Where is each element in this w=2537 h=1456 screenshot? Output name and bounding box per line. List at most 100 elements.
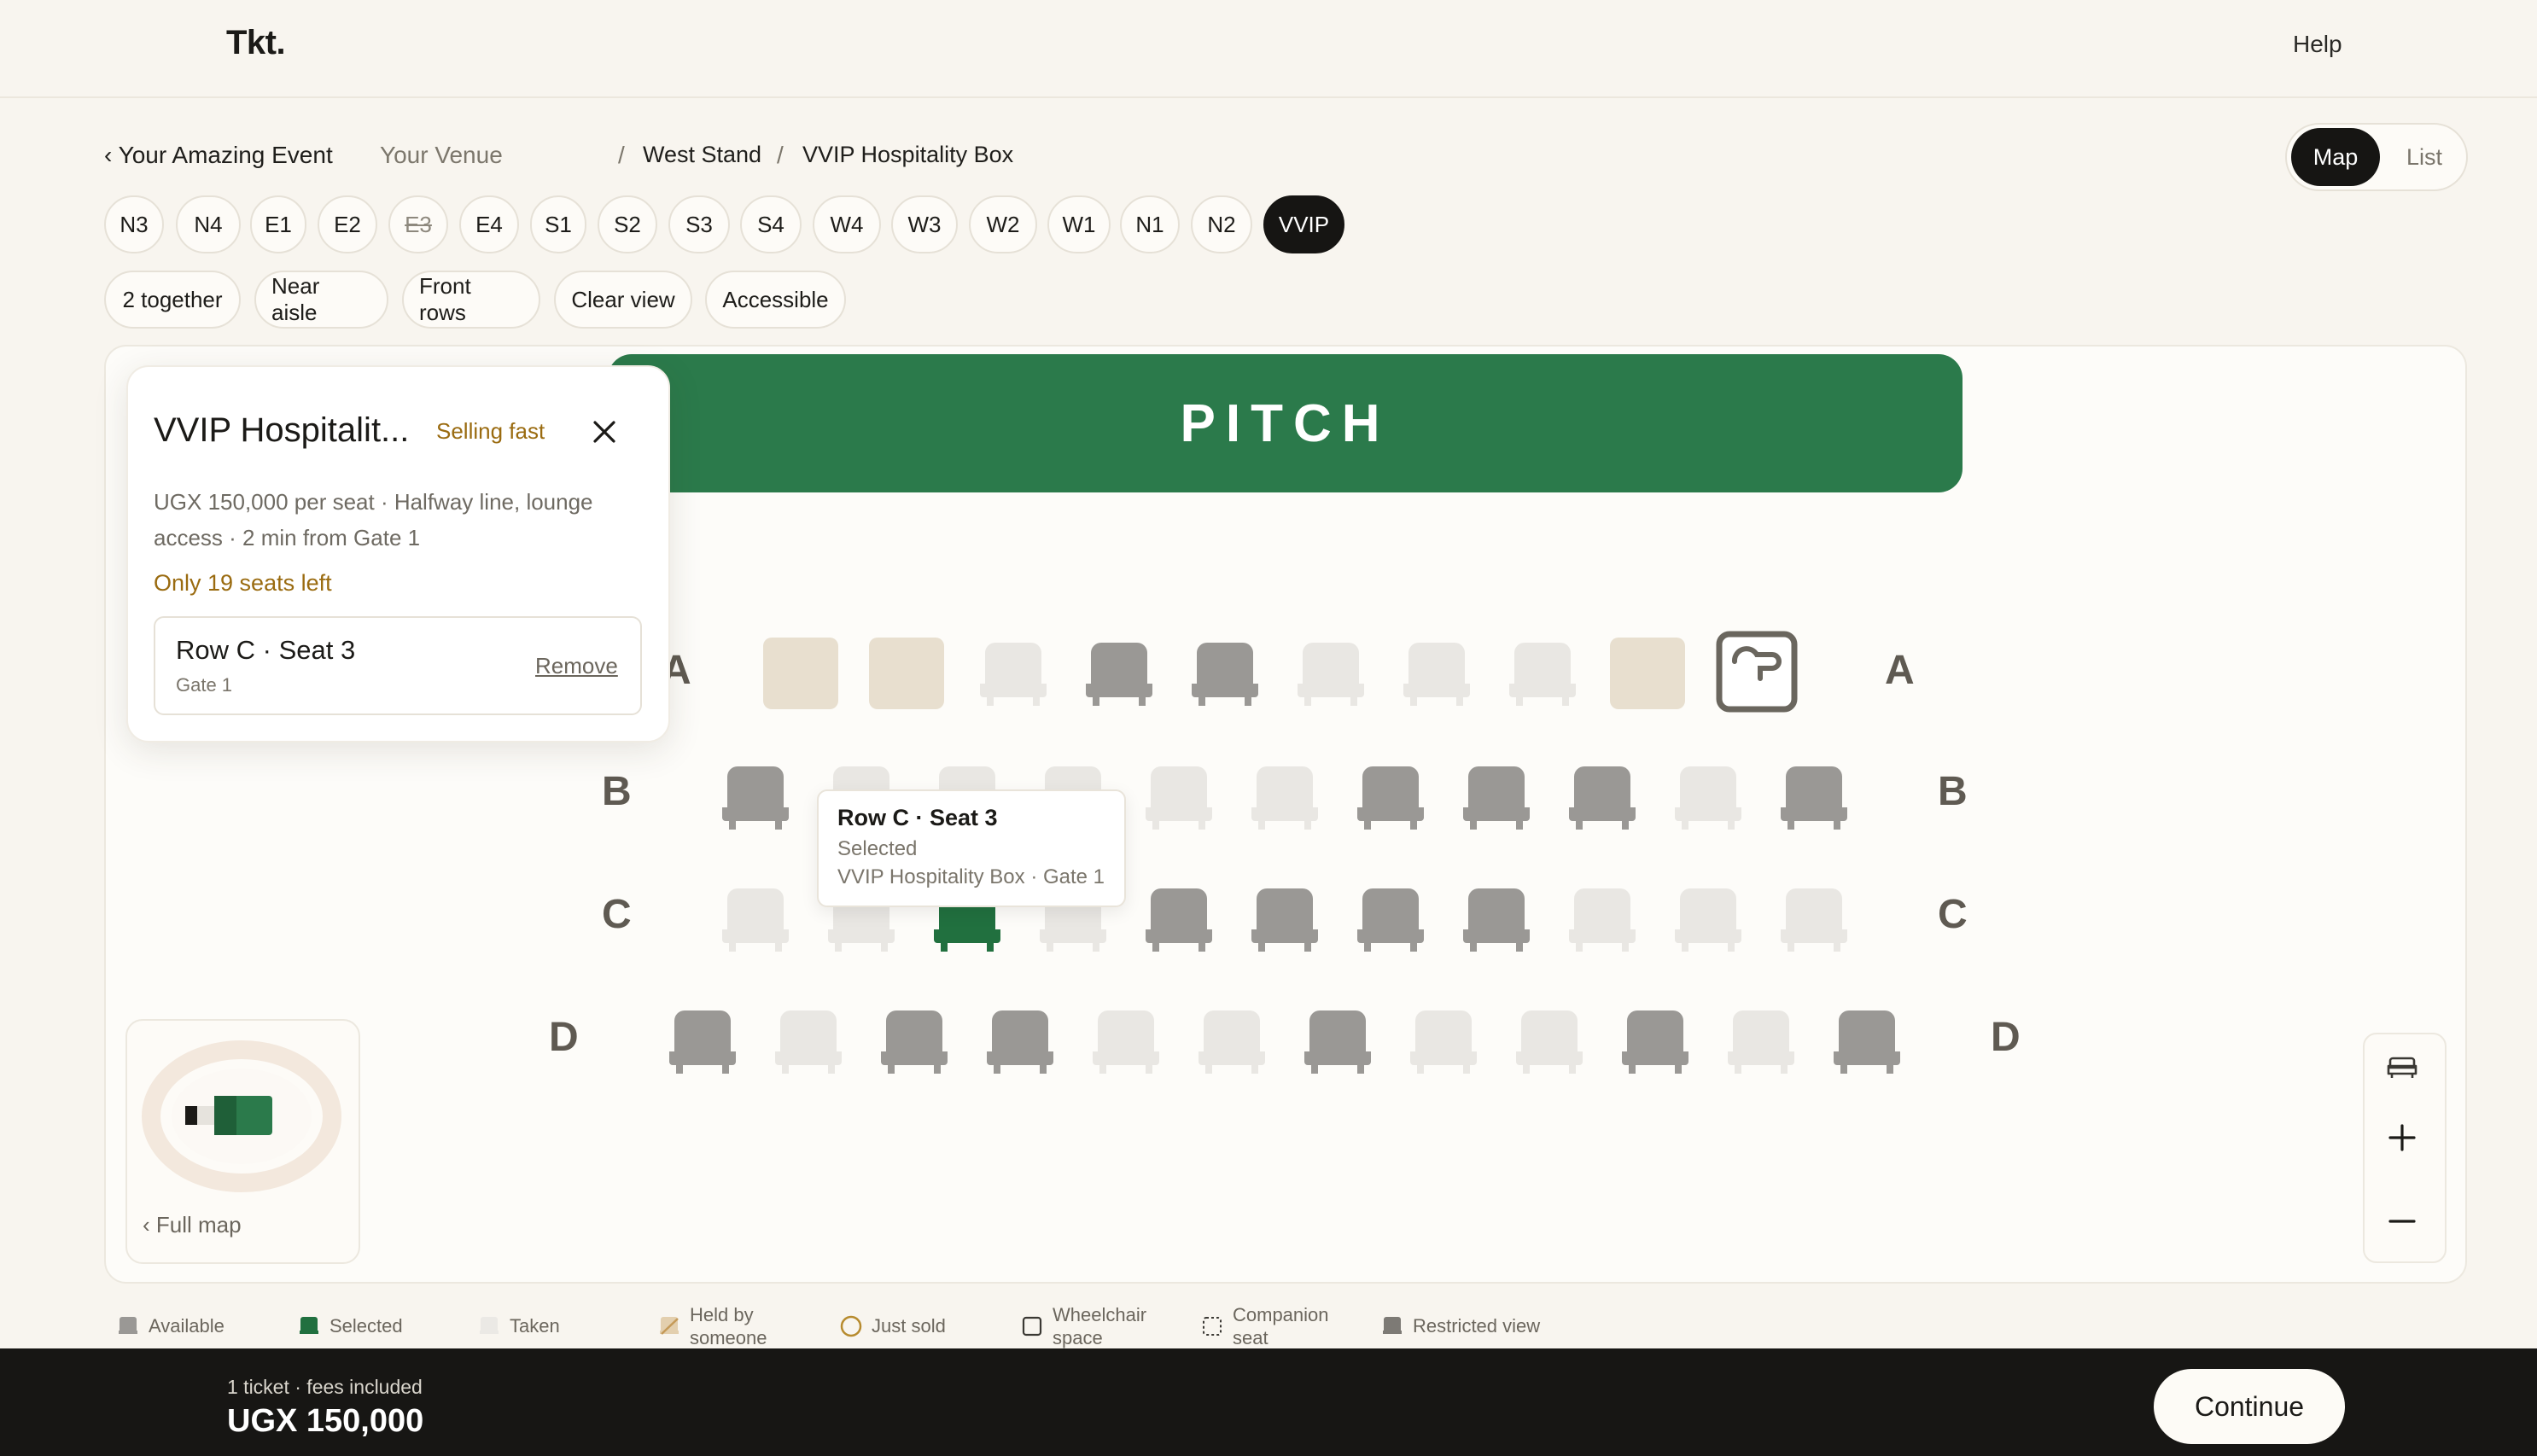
- section-pill-s3[interactable]: S3: [668, 195, 730, 253]
- seat-d-6-taken: [1193, 1004, 1270, 1083]
- seat-d-1-available[interactable]: [664, 1004, 741, 1083]
- seat-d-11-taken: [1723, 1004, 1799, 1083]
- selected-legend-icon: [299, 1315, 319, 1342]
- seat-a-1-held: [763, 636, 838, 709]
- seat-d-8-taken: [1405, 1004, 1482, 1083]
- seat-c-9-taken: [1564, 882, 1641, 961]
- seat-view-icon[interactable]: [2385, 1053, 2419, 1086]
- seat-a-4-available[interactable]: [1081, 636, 1158, 715]
- seat-d-5-taken: [1088, 1004, 1164, 1083]
- seat-c-7-available[interactable]: [1352, 882, 1429, 961]
- seat-b-11-available[interactable]: [1776, 760, 1852, 839]
- seat-c-11-taken: [1776, 882, 1852, 961]
- total-price: UGX 150,000: [227, 1403, 424, 1439]
- row-label-b: B: [1938, 769, 1968, 814]
- seat-b-5-taken: [1140, 760, 1217, 839]
- seat-a-10-wheelchair[interactable]: [1716, 631, 1798, 717]
- row-label-d: D: [1991, 1015, 2021, 1060]
- close-icon[interactable]: [589, 416, 620, 447]
- filter-front-rows[interactable]: Front rows: [402, 271, 540, 329]
- seat-a-5-available[interactable]: [1187, 636, 1263, 715]
- section-pill-e4[interactable]: E4: [459, 195, 519, 253]
- row-label-b: B: [602, 769, 632, 814]
- tooltip-title: Row C · Seat 3: [837, 805, 998, 830]
- seat-d-3-available[interactable]: [876, 1004, 953, 1083]
- taken-legend-icon: [479, 1315, 499, 1342]
- filter-near-aisle[interactable]: Near aisle: [254, 271, 388, 329]
- section-pill-vvip[interactable]: VVIP: [1263, 195, 1344, 253]
- section-pill-e3: E3: [388, 195, 448, 253]
- seat-a-7-taken: [1398, 636, 1475, 715]
- section-description: UGX 150,000 per seat · Halfway line, lou…: [154, 489, 593, 550]
- legend-held-line-2: someone: [690, 1327, 767, 1348]
- breadcrumb-venue[interactable]: Your Venue: [380, 142, 503, 169]
- brand-logo[interactable]: Tkt.: [226, 24, 286, 62]
- list-view-button[interactable]: List: [2390, 128, 2458, 186]
- legend-selected: Selected: [330, 1315, 403, 1337]
- seat-d-12-available[interactable]: [1828, 1004, 1905, 1083]
- zoom-in-icon[interactable]: [2388, 1123, 2417, 1156]
- seats-left-notice: Only 19 seats left: [154, 570, 332, 596]
- seat-d-4-available[interactable]: [982, 1004, 1059, 1083]
- selected-seat-title: Row C · Seat 3: [176, 635, 356, 665]
- filter-accessible[interactable]: Accessible: [705, 271, 846, 329]
- selling-fast-badge: Selling fast: [436, 418, 545, 444]
- seat-d-7-available[interactable]: [1299, 1004, 1376, 1083]
- section-pill-w1[interactable]: W1: [1047, 195, 1111, 253]
- seat-b-1-available[interactable]: [717, 760, 794, 839]
- legend-just-sold: Just sold: [872, 1315, 946, 1337]
- tooltip-detail: VVIP Hospitality Box · Gate 1: [837, 865, 1105, 888]
- seat-c-1-taken: [717, 882, 794, 961]
- section-pill-w3[interactable]: W3: [891, 195, 958, 253]
- section-pill-e2[interactable]: E2: [318, 195, 377, 253]
- seat-a-6-taken: [1292, 636, 1369, 715]
- section-pill-s1[interactable]: S1: [530, 195, 586, 253]
- section-title: VVIP Hospitalit...: [154, 411, 410, 449]
- seat-b-8-available[interactable]: [1458, 760, 1535, 839]
- seat-b-6-taken: [1246, 760, 1323, 839]
- section-pill-w2[interactable]: W2: [969, 195, 1037, 253]
- section-pill-e1[interactable]: E1: [250, 195, 306, 253]
- continue-button[interactable]: Continue: [2154, 1369, 2345, 1444]
- legend-held-line-1: Held by: [690, 1304, 754, 1325]
- seat-c-6-available[interactable]: [1246, 882, 1323, 961]
- legend-restricted: Restricted view: [1413, 1315, 1541, 1337]
- remove-seat-button[interactable]: Remove: [535, 653, 618, 679]
- available-legend-icon: [118, 1315, 138, 1342]
- breadcrumb-stand[interactable]: West Stand: [643, 142, 761, 168]
- pitch: PITCH: [608, 354, 1963, 492]
- held-legend-icon: [659, 1315, 679, 1342]
- seat-a-8-taken: [1504, 636, 1581, 715]
- full-map-link[interactable]: ‹ Full map: [143, 1212, 242, 1238]
- seat-b-9-available[interactable]: [1564, 760, 1641, 839]
- seat-c-5-available[interactable]: [1140, 882, 1217, 961]
- legend-available: Available: [149, 1315, 225, 1337]
- seat-d-10-available[interactable]: [1617, 1004, 1694, 1083]
- seat-c-8-available[interactable]: [1458, 882, 1535, 961]
- zoom-out-icon[interactable]: [2388, 1207, 2417, 1240]
- legend-companion-line-1: Companion: [1233, 1304, 1329, 1325]
- legend-wheelchair-line-1: Wheelchair: [1053, 1304, 1147, 1325]
- breadcrumb-separator: /: [777, 142, 784, 168]
- section-pill-n3[interactable]: N3: [104, 195, 164, 253]
- section-pill-n4[interactable]: N4: [176, 195, 241, 253]
- top-bar: [0, 0, 2537, 98]
- section-pill-s4[interactable]: S4: [740, 195, 802, 253]
- breadcrumb-box: VVIP Hospitality Box: [802, 142, 1014, 167]
- filter-clear-view[interactable]: Clear view: [554, 271, 692, 329]
- seat-a-3-taken: [975, 636, 1052, 715]
- section-pill-s2[interactable]: S2: [598, 195, 657, 253]
- breadcrumb-event-link[interactable]: ‹ Your Amazing Event: [104, 142, 333, 169]
- filter-2-together[interactable]: 2 together: [104, 271, 241, 329]
- section-pill-n1[interactable]: N1: [1120, 195, 1180, 253]
- selected-seat-gate: Gate 1: [176, 674, 233, 696]
- seat-d-9-taken: [1511, 1004, 1588, 1083]
- row-label-a: A: [1885, 648, 1915, 693]
- just-sold-legend-icon: [840, 1315, 862, 1342]
- section-pill-n2[interactable]: N2: [1191, 195, 1252, 253]
- help-link[interactable]: Help: [2293, 31, 2342, 58]
- map-view-button[interactable]: Map: [2291, 128, 2380, 186]
- section-pill-w4[interactable]: W4: [813, 195, 881, 253]
- seat-b-7-available[interactable]: [1352, 760, 1429, 839]
- row-label-c: C: [602, 892, 632, 937]
